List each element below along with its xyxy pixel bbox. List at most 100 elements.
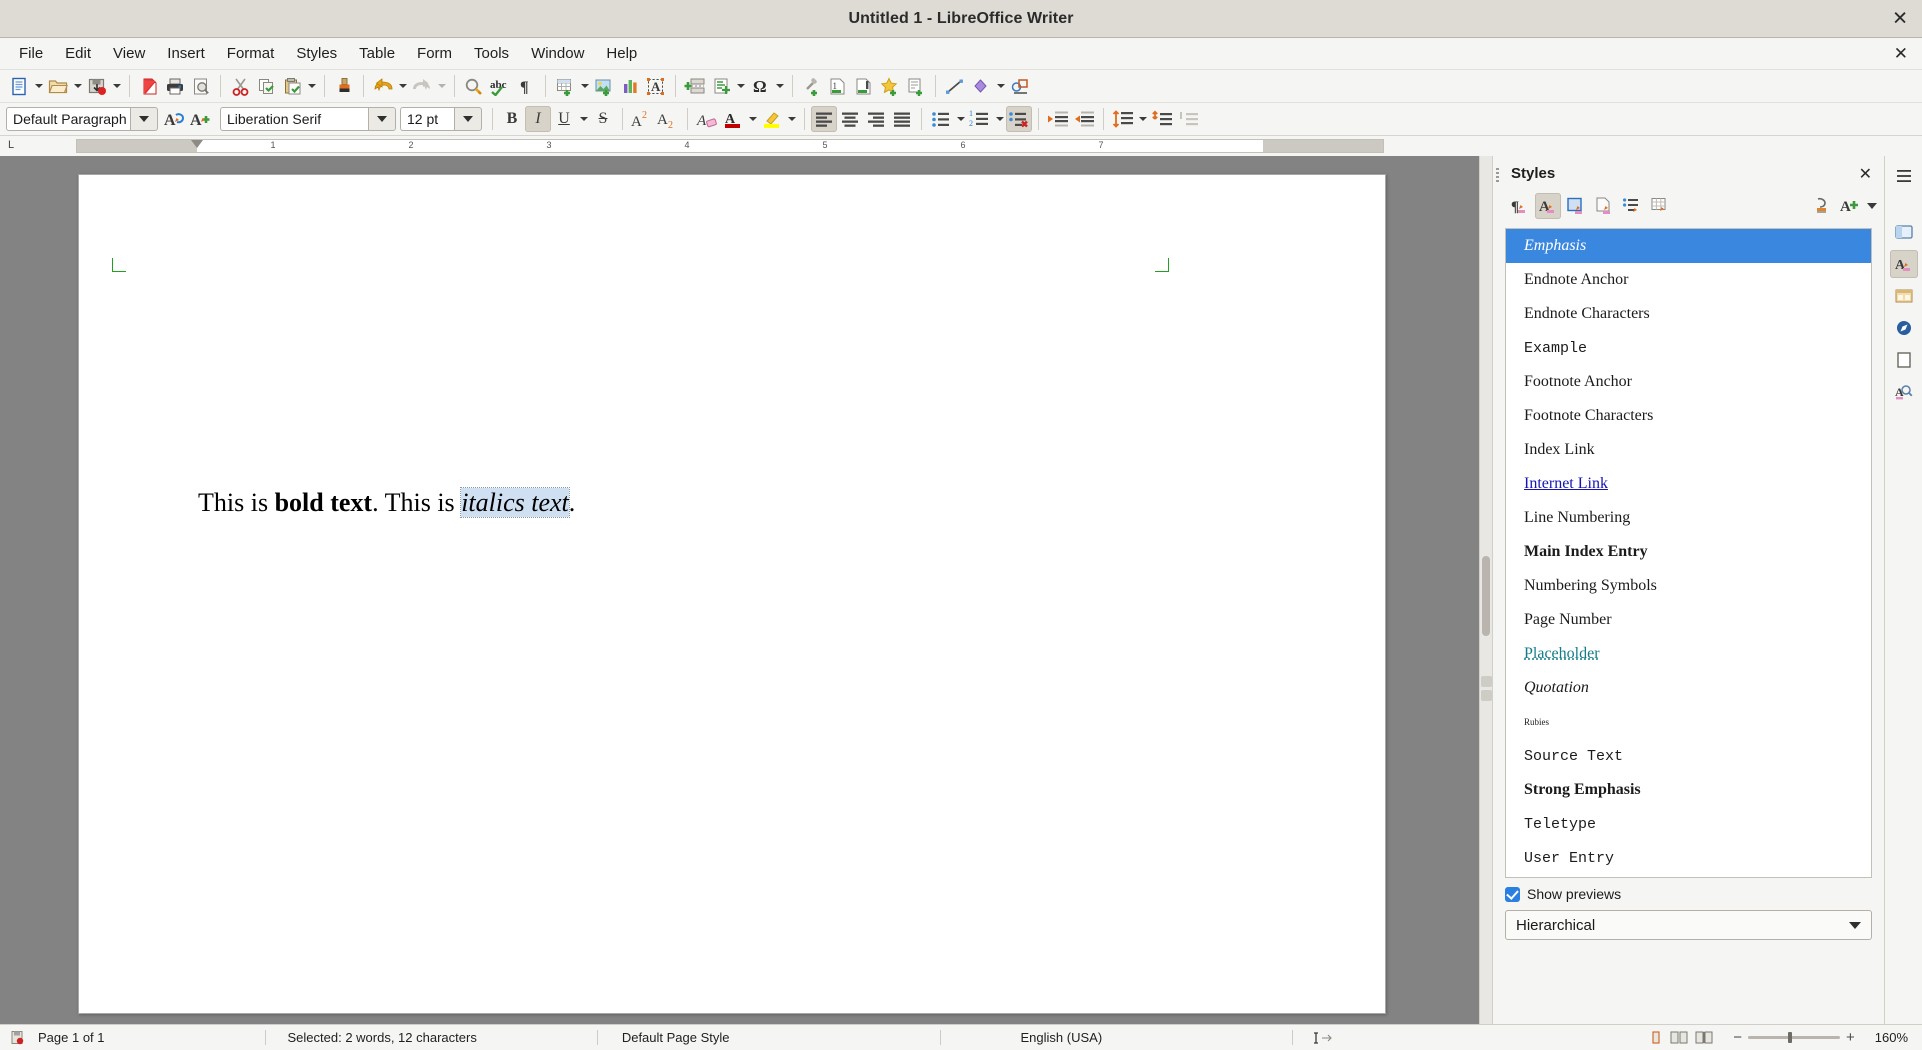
style-item-footnote-anchor[interactable]: Footnote Anchor <box>1506 365 1871 399</box>
font-size-combobox[interactable]: 12 pt <box>400 107 482 131</box>
save-status-area[interactable] <box>0 1030 28 1045</box>
save-dropdown[interactable] <box>110 73 123 99</box>
print-preview-icon[interactable] <box>188 73 214 99</box>
paragraph-spacing-above-icon[interactable] <box>1149 106 1175 132</box>
insert-table-dropdown[interactable] <box>578 73 591 99</box>
menu-item-tools[interactable]: Tools <box>463 41 520 66</box>
cut-icon[interactable] <box>227 73 253 99</box>
insert-textbox-icon[interactable]: A <box>643 73 669 99</box>
panel-drag-grip[interactable] <box>1496 168 1499 184</box>
open-file-dropdown[interactable] <box>71 73 84 99</box>
insert-image-icon[interactable] <box>591 73 617 99</box>
style-item-main-index-entry[interactable]: Main Index Entry <box>1506 535 1871 569</box>
underline-button[interactable]: U <box>551 106 577 132</box>
align-left-icon[interactable] <box>811 106 837 132</box>
basic-shapes-dropdown[interactable] <box>994 73 1007 99</box>
redo-icon[interactable] <box>409 73 435 99</box>
paste-icon[interactable] <box>279 73 305 99</box>
font-name-combobox[interactable]: Liberation Serif <box>220 107 396 131</box>
align-right-icon[interactable] <box>863 106 889 132</box>
font-color-button[interactable]: A <box>720 106 746 132</box>
insert-line-icon[interactable] <box>942 73 968 99</box>
clear-formatting-button[interactable]: A <box>694 106 720 132</box>
insert-special-character-icon[interactable]: Ω <box>747 73 773 99</box>
language-info[interactable]: English (USA) <box>941 1030 1113 1045</box>
new-document-icon[interactable] <box>6 73 32 99</box>
show-draw-functions-icon[interactable] <box>1007 73 1033 99</box>
style-item-strong-emphasis[interactable]: Strong Emphasis <box>1506 773 1871 807</box>
style-item-quotation[interactable]: Quotation <box>1506 671 1871 705</box>
formatting-marks-icon[interactable]: ¶ <box>513 73 539 99</box>
italic-button[interactable]: I <box>525 106 551 132</box>
zoom-slider[interactable]: − + <box>1723 1029 1865 1046</box>
text-selection-mode-icon[interactable] <box>1293 1031 1343 1045</box>
underline-dropdown[interactable] <box>577 106 590 132</box>
table-styles-icon[interactable] <box>1647 193 1673 219</box>
spelling-icon[interactable]: abc <box>487 73 513 99</box>
paragraph-spacing-below-icon[interactable] <box>1175 106 1201 132</box>
unordered-list-icon[interactable] <box>928 106 954 132</box>
fill-format-mode-icon[interactable] <box>1809 193 1835 219</box>
frame-styles-icon[interactable] <box>1563 193 1589 219</box>
window-close-button[interactable]: ✕ <box>1892 9 1908 28</box>
bold-button[interactable]: B <box>499 106 525 132</box>
style-item-page-number[interactable]: Page Number <box>1506 603 1871 637</box>
new-style-from-selection-icon[interactable]: A <box>188 106 214 132</box>
insert-special-character-dropdown[interactable] <box>773 73 786 99</box>
style-item-teletype[interactable]: Teletype <box>1506 807 1871 841</box>
view-layout-buttons[interactable] <box>1639 1031 1723 1044</box>
zoom-in-button[interactable]: + <box>1846 1029 1855 1046</box>
style-item-internet-link[interactable]: Internet Link <box>1506 467 1871 501</box>
insert-table-icon[interactable] <box>552 73 578 99</box>
insert-field-dropdown[interactable] <box>734 73 747 99</box>
insert-endnote-icon[interactable] <box>851 73 877 99</box>
scroll-nav-up-button[interactable] <box>1481 676 1492 687</box>
export-pdf-icon[interactable] <box>136 73 162 99</box>
ordered-list-dropdown[interactable] <box>993 106 1006 132</box>
highlight-color-dropdown[interactable] <box>785 106 798 132</box>
increase-indent-icon[interactable] <box>1045 106 1071 132</box>
styles-icon[interactable]: A <box>1890 250 1918 278</box>
menu-item-table[interactable]: Table <box>348 41 406 66</box>
document-close-button[interactable]: ✕ <box>1894 44 1908 64</box>
menu-item-file[interactable]: File <box>8 41 54 66</box>
page-info[interactable]: Page 1 of 1 <box>28 1030 115 1045</box>
style-item-index-link[interactable]: Index Link <box>1506 433 1871 467</box>
highlight-color-button[interactable] <box>759 106 785 132</box>
menu-item-view[interactable]: View <box>102 41 156 66</box>
subscript-button[interactable]: A2 <box>655 106 681 132</box>
style-item-endnote-characters[interactable]: Endnote Characters <box>1506 297 1871 331</box>
insert-hyperlink-icon[interactable] <box>799 73 825 99</box>
menu-item-form[interactable]: Form <box>406 41 463 66</box>
new-document-dropdown[interactable] <box>32 73 45 99</box>
navigator-icon[interactable] <box>1890 314 1918 342</box>
gallery-icon[interactable] <box>1890 282 1918 310</box>
basic-shapes-icon[interactable] <box>968 73 994 99</box>
no-list-icon[interactable] <box>1006 106 1032 132</box>
style-item-placeholder[interactable]: Placeholder <box>1506 637 1871 671</box>
page-style-info[interactable]: Default Page Style <box>598 1030 740 1045</box>
line-spacing-icon[interactable] <box>1110 106 1136 132</box>
style-item-example[interactable]: Example <box>1506 331 1871 365</box>
strikethrough-button[interactable]: S <box>590 106 616 132</box>
scrollbar-thumb[interactable] <box>1482 556 1490 636</box>
undo-dropdown[interactable] <box>396 73 409 99</box>
insert-bookmark-icon[interactable] <box>877 73 903 99</box>
font-color-dropdown[interactable] <box>746 106 759 132</box>
selection-info[interactable]: Selected: 2 words, 12 characters <box>266 1030 487 1045</box>
menu-item-insert[interactable]: Insert <box>156 41 216 66</box>
zoom-out-button[interactable]: − <box>1733 1029 1742 1046</box>
zoom-track[interactable] <box>1748 1036 1840 1039</box>
text-selected-italic[interactable]: italics text <box>461 488 569 517</box>
insert-page-break-icon[interactable] <box>682 73 708 99</box>
show-previews-checkbox[interactable] <box>1505 887 1520 902</box>
styles-panel-close-button[interactable]: ✕ <box>1859 164 1872 183</box>
vertical-scrollbar[interactable] <box>1479 156 1492 1024</box>
list-styles-icon[interactable] <box>1619 193 1645 219</box>
document-canvas[interactable]: This is bold text. This is italics text. <box>0 156 1479 1024</box>
paragraph-styles-icon[interactable]: ¶ <box>1507 193 1533 219</box>
styles-list[interactable]: Emphasis Endnote Anchor Endnote Characte… <box>1505 228 1872 878</box>
style-item-rubies[interactable]: Rubies <box>1506 705 1871 739</box>
new-style-from-selection-icon[interactable]: A <box>1837 193 1863 219</box>
unordered-list-dropdown[interactable] <box>954 106 967 132</box>
